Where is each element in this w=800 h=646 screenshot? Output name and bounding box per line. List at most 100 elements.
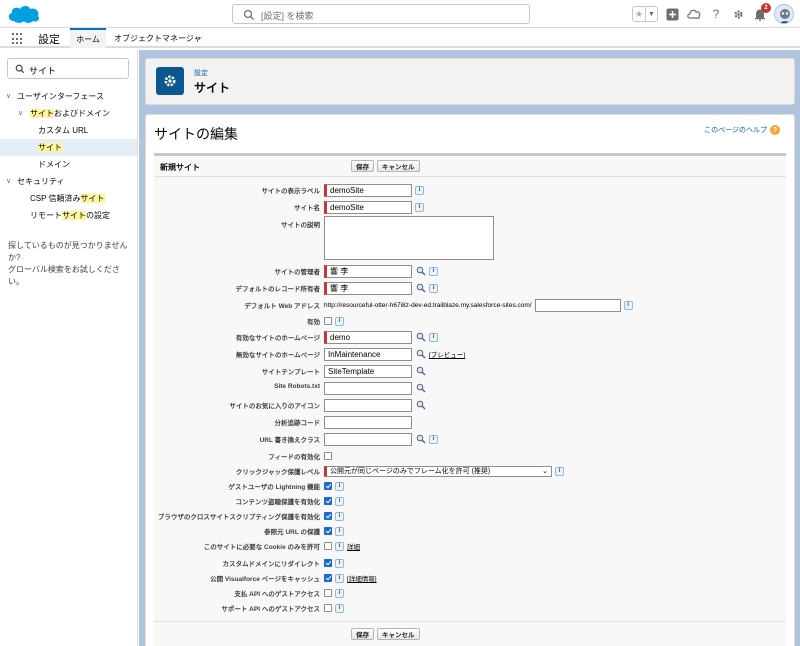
active-home-input[interactable]: demo — [324, 330, 412, 344]
gear-icon[interactable] — [730, 6, 746, 22]
add-icon[interactable] — [664, 6, 680, 22]
template-input[interactable]: SiteTemplate — [324, 364, 412, 378]
sidebar-item-remote-site-settings[interactable]: リモートサイトの設定 — [0, 207, 137, 224]
lookup-icon[interactable] — [415, 400, 426, 411]
bell-icon[interactable]: 2 — [752, 3, 771, 22]
chevron-down-icon[interactable]: ⌵ — [196, 32, 203, 43]
sidebar-item-label: セキュリティ — [17, 177, 65, 186]
redirect-checkbox[interactable] — [324, 559, 332, 567]
info-icon[interactable]: i — [415, 202, 424, 212]
sidebar-item-security[interactable]: ∨ セキュリティ — [0, 173, 137, 190]
info-icon[interactable]: i — [415, 185, 424, 195]
active-checkbox[interactable] — [324, 317, 332, 325]
favicon-input[interactable] — [324, 398, 412, 412]
cookies-detail-link[interactable]: 詳細 — [347, 541, 360, 551]
tab-object-manager[interactable]: オブジェクトマネージャ — [114, 28, 201, 48]
favorites-group[interactable]: ★ ▼ — [632, 6, 658, 22]
help-link[interactable]: このページのヘルプ ? — [704, 125, 780, 135]
help-icon[interactable]: ? — [708, 6, 724, 22]
lookup-icon[interactable] — [415, 283, 426, 294]
breadcrumb[interactable]: 設定 — [194, 68, 208, 78]
lookup-icon[interactable] — [415, 266, 426, 277]
cookies-checkbox[interactable] — [324, 542, 332, 550]
description-textarea[interactable] — [324, 216, 494, 260]
lookup-icon[interactable] — [415, 349, 426, 360]
tab-home[interactable]: ホーム — [70, 28, 106, 48]
robots-input[interactable] — [324, 381, 412, 395]
avatar[interactable] — [774, 4, 794, 24]
info-icon[interactable]: i — [335, 558, 344, 568]
info-icon[interactable]: i — [429, 434, 438, 444]
lookup-icon[interactable] — [415, 383, 426, 394]
page-title: サイト — [194, 81, 231, 95]
url-rewriter-input[interactable] — [324, 432, 412, 446]
header-actions: ★ ▼ ? 2 — [632, 3, 794, 25]
global-search-input[interactable]: [設定] を検索 — [232, 4, 530, 24]
bottom-button-row: 保存 キャンセル — [351, 628, 420, 640]
field-web-address: デフォルト Web アドレス http://resourceful-otter-… — [154, 297, 786, 313]
info-icon[interactable]: i — [623, 300, 633, 310]
trailhead-icon[interactable] — [686, 6, 702, 22]
info-icon[interactable]: i — [335, 573, 344, 583]
sidebar-item-csp-trusted-sites[interactable]: CSP 信頼済みサイト — [0, 190, 137, 207]
info-icon[interactable]: i — [335, 481, 344, 491]
sidebar-item-custom-url[interactable]: カスタム URL — [0, 122, 137, 139]
sidebar-item-domains[interactable]: ドメイン — [0, 156, 137, 173]
lookup-icon[interactable] — [415, 366, 426, 377]
inactive-home-input[interactable]: InMaintenance — [324, 347, 412, 361]
web-address-prefix: http://resourceful-otter-h67i8z-dev-ed.t… — [324, 301, 532, 309]
chevron-down-icon[interactable]: ∨ — [6, 173, 11, 190]
chevron-down-icon[interactable]: ∨ — [6, 88, 11, 105]
info-icon[interactable]: i — [429, 332, 438, 342]
info-icon[interactable]: i — [335, 541, 344, 551]
xss-checkbox[interactable] — [324, 512, 332, 520]
analytics-input[interactable] — [324, 415, 412, 429]
chevron-down-icon[interactable]: ▼ — [645, 7, 657, 21]
payment-api-checkbox[interactable] — [324, 589, 332, 597]
site-admin-input[interactable]: 響 李 — [324, 264, 412, 278]
info-icon[interactable]: i — [335, 526, 344, 536]
info-icon[interactable]: i — [335, 511, 344, 521]
field-lightning: ゲストユーザの Lightning 機能 i — [154, 478, 786, 494]
content-sniff-checkbox[interactable] — [324, 497, 332, 505]
chevron-down-icon[interactable]: ∨ — [18, 105, 23, 122]
salesforce-logo-icon[interactable] — [6, 3, 42, 25]
support-api-checkbox[interactable] — [324, 604, 332, 612]
referrer-checkbox[interactable] — [324, 527, 332, 535]
cancel-button[interactable]: キャンセル — [377, 160, 420, 172]
feeds-checkbox[interactable] — [324, 452, 332, 460]
save-button[interactable]: 保存 — [351, 160, 374, 172]
vf-cache-checkbox[interactable] — [324, 574, 332, 582]
sidebar-item-user-interface[interactable]: ∨ ユーザインターフェース — [0, 88, 137, 105]
info-icon[interactable]: i — [429, 283, 438, 293]
info-icon[interactable]: i — [335, 603, 344, 613]
lightning-checkbox[interactable] — [324, 482, 332, 490]
info-icon[interactable]: i — [335, 588, 344, 598]
app-launcher-icon[interactable] — [12, 33, 24, 45]
info-icon[interactable]: i — [429, 266, 438, 276]
lookup-icon[interactable] — [415, 434, 426, 445]
cancel-button[interactable]: キャンセル — [377, 628, 420, 640]
clickjack-select[interactable]: 公開元が同じページのみでフレーム化を許可 (推奨) ⌄ — [324, 465, 552, 477]
lookup-icon[interactable] — [415, 332, 426, 343]
field-content-sniff: コンテンツ盗聴保護を有効化 i — [154, 493, 786, 509]
site-name-input[interactable]: demoSite — [324, 200, 412, 214]
default-owner-input[interactable]: 響 李 — [324, 281, 412, 295]
quick-find-input[interactable]: サイト — [7, 58, 129, 79]
info-icon[interactable]: i — [335, 316, 344, 326]
info-icon[interactable]: i — [555, 466, 564, 476]
sidebar-item-sites-and-domains[interactable]: ∨ サイトおよびドメイン — [0, 105, 137, 122]
info-icon[interactable]: i — [335, 496, 344, 506]
field-feeds: フィードの有効化 — [154, 448, 786, 464]
save-button[interactable]: 保存 — [351, 628, 374, 640]
web-address-input[interactable] — [534, 298, 621, 312]
sidebar-item-sites[interactable]: サイト — [0, 139, 137, 156]
vf-cache-detail-link[interactable]: [詳細情報] — [347, 573, 377, 583]
field-inactive-home: 無効なサイトのホームページ InMaintenance [プレビュー] — [235, 347, 466, 361]
field-template: サイトテンプレート SiteTemplate — [154, 363, 786, 379]
display-label-input[interactable]: demoSite — [324, 183, 412, 197]
star-icon[interactable]: ★ — [633, 7, 645, 21]
preview-link[interactable]: [プレビュー] — [429, 349, 465, 359]
edit-title: サイトの編集 — [154, 126, 238, 142]
section-title: 新規サイト — [160, 163, 200, 172]
